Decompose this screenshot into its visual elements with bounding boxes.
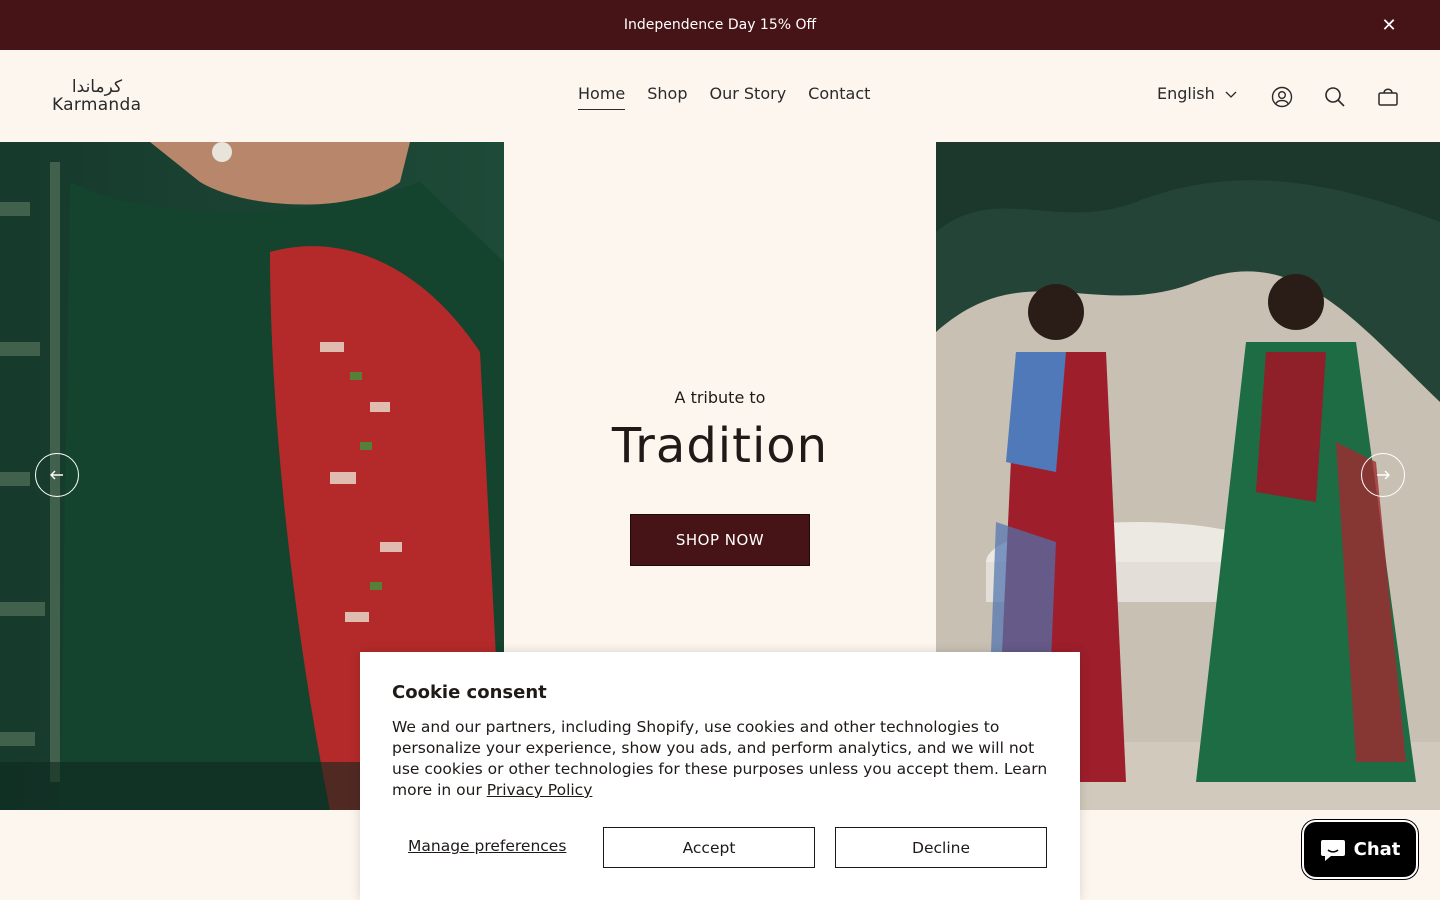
cart-icon[interactable] — [1377, 86, 1399, 108]
chevron-down-icon — [1225, 91, 1237, 98]
privacy-policy-link[interactable]: Privacy Policy — [487, 781, 593, 799]
nav-shop[interactable]: Shop — [647, 84, 687, 110]
decline-button[interactable]: Decline — [835, 827, 1047, 868]
hero-tagline: A tribute to — [674, 388, 766, 407]
account-icon[interactable] — [1271, 86, 1293, 108]
manage-preferences-link[interactable]: Manage preferences — [408, 837, 566, 855]
main-nav: Home Shop Our Story Contact — [578, 84, 870, 110]
cookie-actions: Manage preferences Accept Decline — [392, 827, 1048, 869]
language-label: English — [1157, 84, 1215, 103]
chat-button[interactable]: Chat — [1302, 820, 1418, 879]
logo[interactable]: كرماندا Karmanda — [52, 78, 142, 116]
logo-latin: Karmanda — [52, 95, 142, 115]
cookie-title: Cookie consent — [392, 682, 547, 703]
hero-heading: Tradition — [611, 418, 829, 474]
close-announcement-button[interactable]: ✕ — [1378, 14, 1400, 36]
chat-bubble-icon — [1320, 839, 1345, 861]
nav-home[interactable]: Home — [578, 84, 626, 110]
nav-our-story[interactable]: Our Story — [710, 84, 787, 110]
arrow-left-icon — [50, 470, 63, 480]
shop-now-button[interactable]: SHOP NOW — [630, 514, 810, 566]
announcement-bar: Independence Day 15% Off ✕ — [0, 0, 1440, 50]
arrow-right-icon — [1377, 470, 1390, 480]
logo-arabic: كرماندا — [71, 77, 123, 97]
cookie-consent-dialog: Cookie consent We and our partners, incl… — [360, 652, 1080, 900]
cookie-body: We and our partners, including Shopify, … — [392, 717, 1052, 801]
search-icon[interactable] — [1324, 86, 1346, 108]
accept-button[interactable]: Accept — [603, 827, 815, 868]
slide-next-button[interactable] — [1361, 453, 1405, 497]
language-selector[interactable]: English — [1157, 84, 1237, 103]
site-header: كرماندا Karmanda Home Shop Our Story Con… — [0, 50, 1440, 142]
slide-prev-button[interactable] — [35, 453, 79, 497]
announcement-text: Independence Day 15% Off — [623, 17, 817, 33]
nav-contact[interactable]: Contact — [808, 84, 870, 110]
chat-label: Chat — [1353, 839, 1401, 860]
